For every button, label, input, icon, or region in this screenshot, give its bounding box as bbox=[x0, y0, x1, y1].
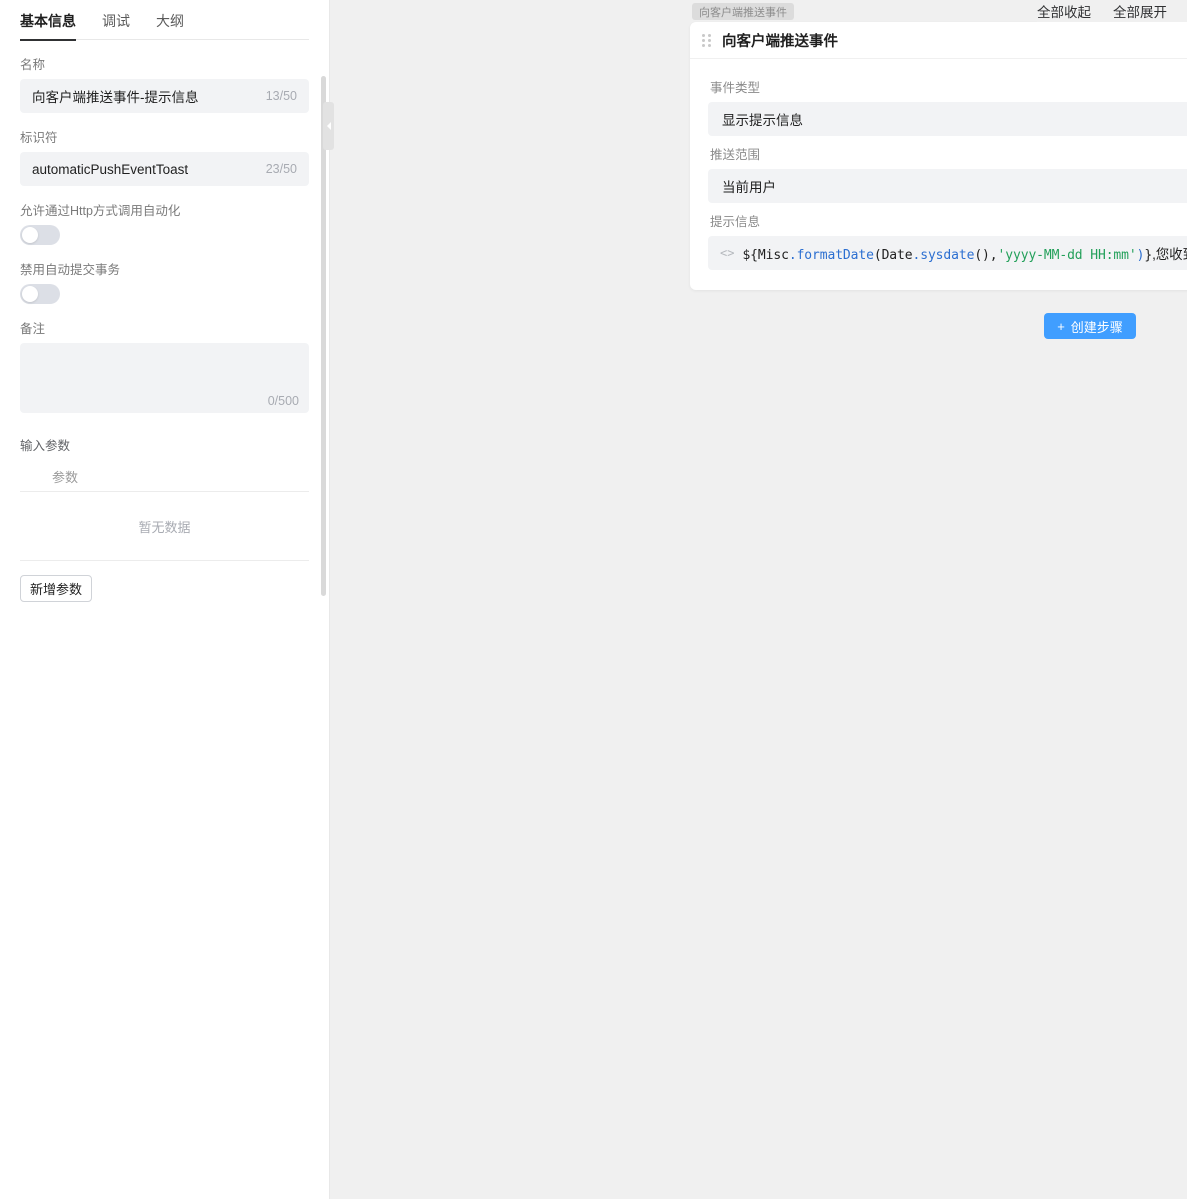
add-step-container: + 创建步骤 bbox=[690, 313, 1187, 339]
message-expression-input[interactable]: <> ${Misc.formatDate(Date.sysdate(),'yyy… bbox=[708, 236, 1187, 270]
switch-knob-icon bbox=[22, 227, 38, 243]
input-params-label: 输入参数 bbox=[20, 435, 309, 454]
param-empty-state: 暂无数据 bbox=[20, 492, 309, 561]
step-card-body: 事件类型 显示提示信息 推送范围 当前用户 bbox=[690, 59, 1187, 290]
remark-counter: 0/500 bbox=[268, 394, 299, 408]
push-scope-label: 推送范围 bbox=[710, 144, 1187, 163]
event-type-value: 显示提示信息 bbox=[722, 109, 1187, 129]
step-card: 向客户端推送事件 禁用 bbox=[690, 22, 1187, 290]
left-panel-tabs: 基本信息 调试 大纲 bbox=[0, 0, 329, 40]
right-panel: 全部收起 全部展开 向客户端推送事件 向客户端推送事件 禁用 bbox=[330, 0, 1187, 1199]
create-step-button[interactable]: + 创建步骤 bbox=[1044, 313, 1136, 339]
http-toggle-switch[interactable] bbox=[20, 225, 60, 245]
drag-dots-icon[interactable] bbox=[702, 34, 714, 47]
tab-outline[interactable]: 大纲 bbox=[156, 11, 184, 40]
disable-autocommit-label: 禁用自动提交事务 bbox=[20, 259, 309, 278]
remark-textarea[interactable]: 0/500 bbox=[20, 343, 309, 413]
code-brackets-icon: <> bbox=[720, 246, 734, 260]
name-counter: 13/50 bbox=[266, 89, 297, 103]
name-label: 名称 bbox=[20, 54, 309, 73]
step-card-title: 向客户端推送事件 bbox=[722, 30, 1187, 51]
push-scope-value: 当前用户 bbox=[722, 176, 1187, 196]
app-root: 基本信息 调试 大纲 名称 向客户端推送事件-提示信息 13/50 标识符 au… bbox=[0, 0, 1187, 1199]
create-step-label: 创建步骤 bbox=[1071, 317, 1123, 336]
chevron-left-icon bbox=[327, 122, 331, 130]
message-label: 提示信息 bbox=[710, 211, 1187, 230]
disable-autocommit-switch[interactable] bbox=[20, 284, 60, 304]
collapse-all-button[interactable]: 全部收起 bbox=[1037, 1, 1091, 21]
param-column-header: 参数 bbox=[20, 462, 309, 492]
event-type-select[interactable]: 显示提示信息 bbox=[708, 102, 1187, 136]
tab-debug[interactable]: 调试 bbox=[102, 11, 130, 40]
add-param-button[interactable]: 新增参数 bbox=[20, 575, 92, 602]
remark-label: 备注 bbox=[20, 318, 309, 337]
expand-all-button[interactable]: 全部展开 bbox=[1113, 1, 1167, 21]
basic-info-form: 名称 向客户端推送事件-提示信息 13/50 标识符 automaticPush… bbox=[0, 54, 329, 602]
left-panel-scrollbar[interactable] bbox=[321, 76, 326, 596]
http-toggle-label: 允许通过Http方式调用自动化 bbox=[20, 200, 309, 219]
left-panel: 基本信息 调试 大纲 名称 向客户端推送事件-提示信息 13/50 标识符 au… bbox=[0, 0, 330, 1199]
name-input-value: 向客户端推送事件-提示信息 bbox=[32, 86, 258, 106]
event-type-label: 事件类型 bbox=[710, 77, 1187, 96]
tab-basic-info[interactable]: 基本信息 bbox=[20, 11, 76, 40]
panel-collapse-handle[interactable] bbox=[323, 102, 334, 150]
input-params-table: 参数 暂无数据 bbox=[20, 462, 309, 561]
message-expression-value: ${Misc.formatDate(Date.sysdate(),'yyyy-M… bbox=[742, 243, 1187, 263]
step-card-header: 向客户端推送事件 禁用 bbox=[690, 22, 1187, 59]
node-chip-label[interactable]: 向客户端推送事件 bbox=[692, 3, 794, 20]
switch-knob-icon bbox=[22, 286, 38, 302]
identifier-counter: 23/50 bbox=[266, 162, 297, 176]
plus-icon: + bbox=[1057, 320, 1065, 333]
identifier-input-value: automaticPushEventToast bbox=[32, 162, 258, 177]
identifier-input[interactable]: automaticPushEventToast 23/50 bbox=[20, 152, 309, 186]
identifier-label: 标识符 bbox=[20, 127, 309, 146]
name-input[interactable]: 向客户端推送事件-提示信息 13/50 bbox=[20, 79, 309, 113]
flow-top-actions: 全部收起 全部展开 bbox=[1037, 0, 1187, 22]
push-scope-select[interactable]: 当前用户 bbox=[708, 169, 1187, 203]
